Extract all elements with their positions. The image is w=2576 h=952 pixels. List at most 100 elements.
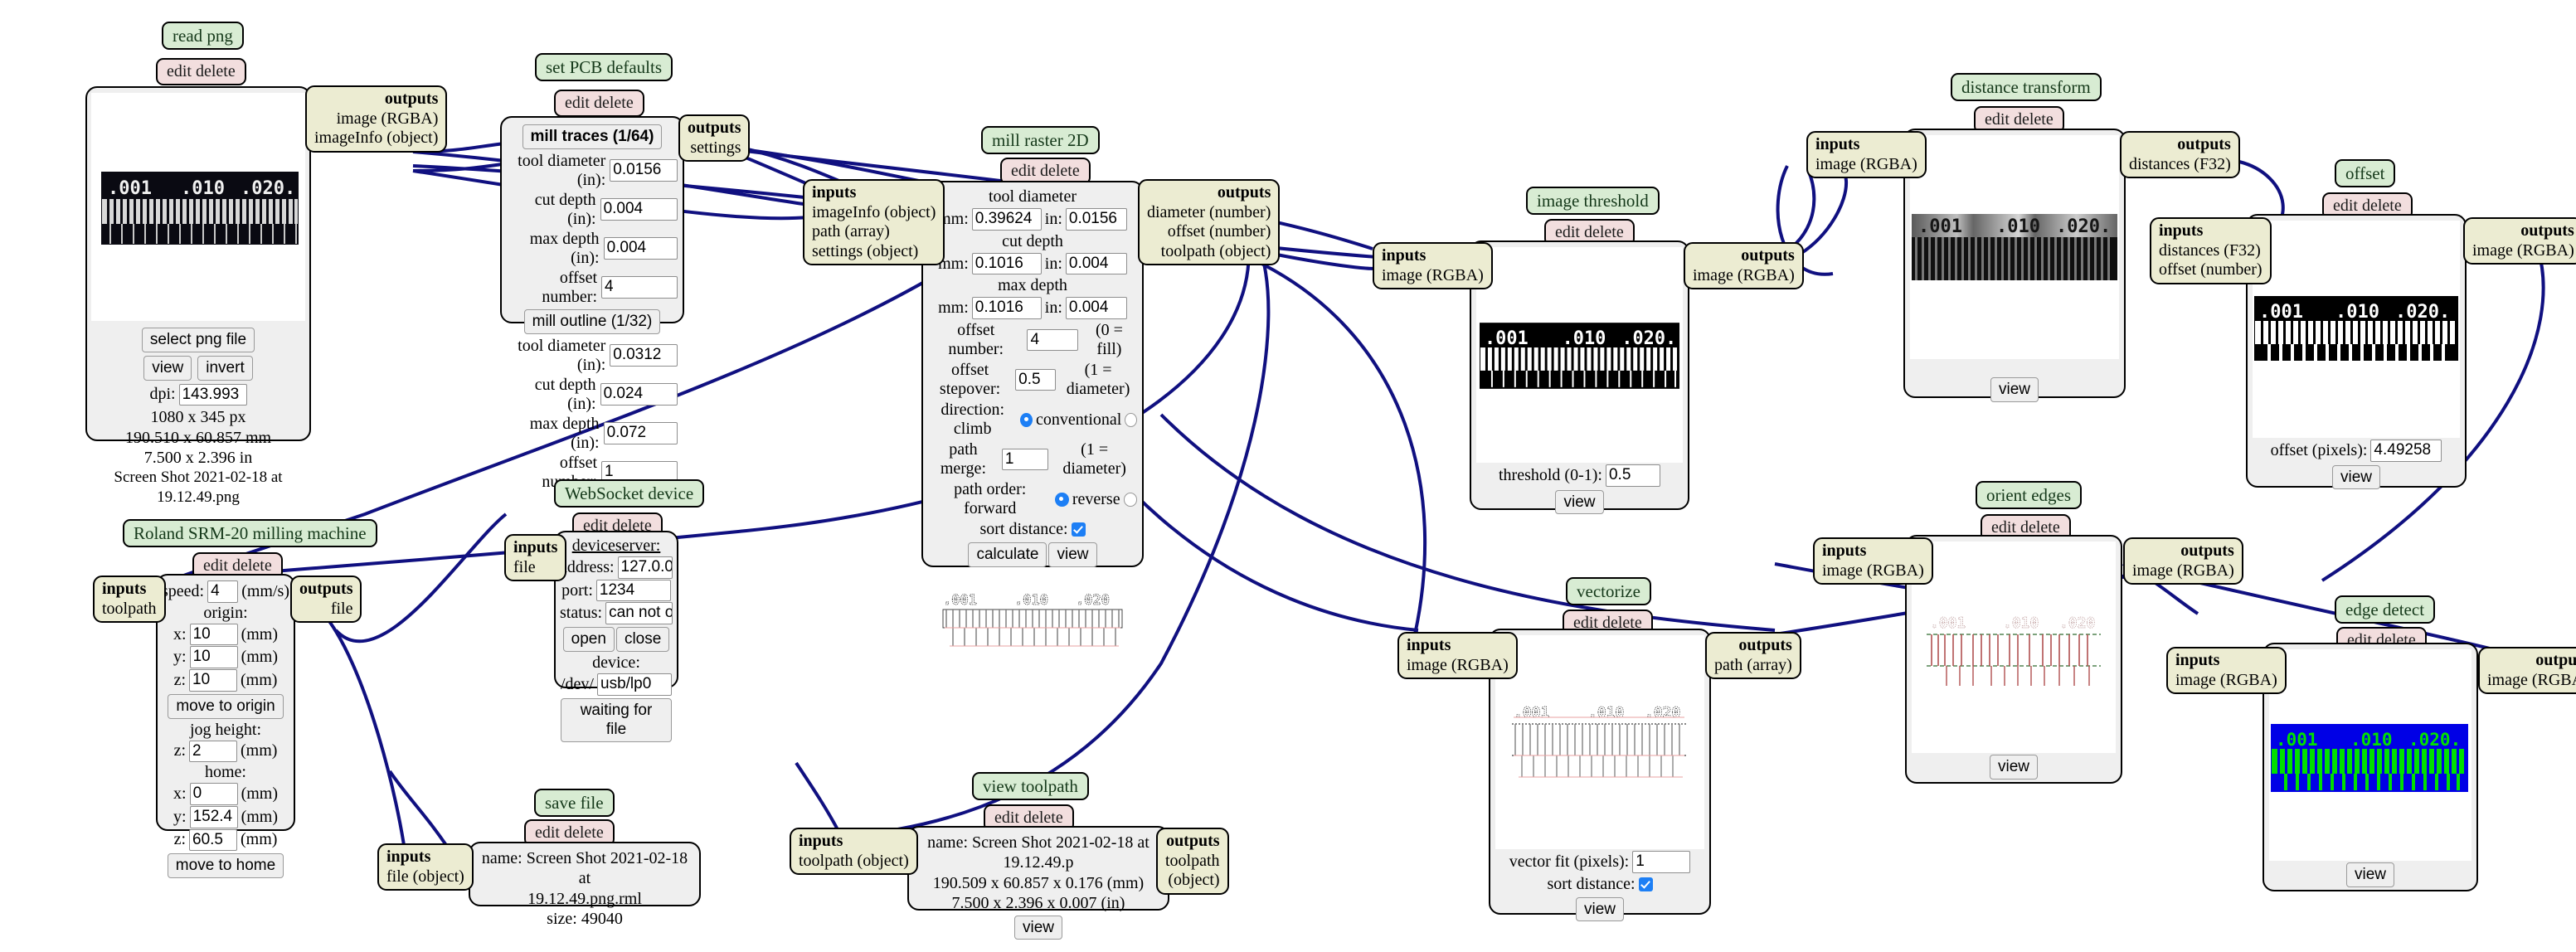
output-port-image[interactable]: image (RGBA) — [2487, 671, 2576, 691]
output-port-image[interactable]: image (RGBA) — [2132, 561, 2234, 581]
traces-tool-diameter-input[interactable]: 0.0156 — [610, 159, 678, 182]
select-png-file-button[interactable]: select png file — [141, 328, 255, 352]
output-port-image[interactable]: image (RGBA) — [2472, 241, 2574, 261]
inputs-save-file[interactable]: inputs file (object) — [377, 843, 474, 891]
inputs-distance-transform[interactable]: inputs image (RGBA) — [1806, 131, 1927, 179]
direction-conventional-radio[interactable] — [1125, 412, 1137, 427]
input-port-image[interactable]: image (RGBA) — [1822, 561, 1924, 581]
view-button[interactable]: view — [1555, 489, 1604, 515]
threshold-input[interactable]: 0.5 — [1605, 464, 1660, 487]
tool-diameter-in-input[interactable]: 0.0156 — [1065, 208, 1127, 231]
move-to-origin-button[interactable]: move to origin — [168, 693, 284, 719]
edit-delete-read-png[interactable]: edit delete — [156, 58, 246, 85]
home-x-input[interactable]: 0 — [189, 783, 238, 805]
outputs-distance-transform[interactable]: outputs distances (F32) — [2120, 131, 2240, 179]
view-button[interactable]: view — [1989, 755, 2038, 780]
calculate-button[interactable]: calculate — [968, 542, 1047, 567]
output-port-path[interactable]: path (array) — [1714, 656, 1792, 676]
origin-z-input[interactable]: 10 — [189, 669, 237, 692]
output-port-settings[interactable]: settings — [688, 138, 741, 158]
jog-z-input[interactable]: 2 — [189, 740, 237, 763]
input-port-imageinfo[interactable]: imageInfo (object) — [812, 203, 936, 223]
tool-diameter-mm-input[interactable]: 0.39624 — [971, 208, 1042, 231]
outputs-roland[interactable]: outputs file — [290, 576, 362, 624]
view-button[interactable]: view — [1990, 377, 2039, 402]
origin-y-input[interactable]: 10 — [189, 646, 238, 669]
output-port-image[interactable]: image (RGBA) — [314, 109, 439, 129]
move-to-home-button[interactable]: move to home — [167, 853, 284, 878]
max-depth-mm-input[interactable]: 0.1016 — [971, 297, 1042, 320]
input-port-settings[interactable]: settings (object) — [812, 242, 936, 262]
close-button[interactable]: close — [615, 627, 670, 652]
inputs-vectorize[interactable]: inputs image (RGBA) — [1397, 632, 1518, 680]
input-port-image[interactable]: image (RGBA) — [1407, 656, 1509, 676]
inputs-view-toolpath[interactable]: inputs toolpath (object) — [790, 828, 918, 876]
output-port-distances[interactable]: distances (F32) — [2129, 155, 2231, 175]
cut-depth-mm-input[interactable]: 0.1016 — [971, 252, 1042, 275]
status-input[interactable]: can not open — [605, 602, 673, 625]
input-port-image[interactable]: image (RGBA) — [1382, 266, 1484, 286]
output-port-toolpath[interactable]: toolpath — [1165, 852, 1220, 872]
outputs-image-threshold[interactable]: outputs image (RGBA) — [1684, 242, 1804, 290]
outline-max-depth-input[interactable]: 0.072 — [603, 422, 678, 444]
outputs-view-toolpath[interactable]: outputs toolpath (object) — [1156, 828, 1229, 895]
inputs-websocket[interactable]: inputs file — [504, 534, 567, 582]
vector-fit-input[interactable]: 1 — [1632, 851, 1691, 873]
inputs-offset[interactable]: inputs distances (F32) offset (number) — [2150, 217, 2272, 284]
max-depth-in-input[interactable]: 0.004 — [1065, 297, 1127, 320]
address-input[interactable]: 127.0.0.1 — [617, 556, 673, 579]
output-port-diameter[interactable]: diameter (number) — [1147, 203, 1271, 223]
cut-depth-in-input[interactable]: 0.004 — [1065, 252, 1127, 275]
inputs-image-threshold[interactable]: inputs image (RGBA) — [1373, 242, 1493, 290]
outputs-set-pcb[interactable]: outputs settings — [678, 114, 751, 163]
input-port-image[interactable]: image (RGBA) — [2175, 671, 2277, 691]
traces-cut-depth-input[interactable]: 0.004 — [600, 198, 678, 221]
origin-x-input[interactable]: 10 — [189, 623, 238, 646]
dpi-input[interactable]: 143.993 — [178, 383, 247, 406]
input-port-image[interactable]: image (RGBA) — [1815, 155, 1917, 175]
output-port-imageinfo[interactable]: imageInfo (object) — [314, 129, 438, 148]
speed-input[interactable]: 4 — [207, 580, 239, 603]
view-button[interactable]: view — [143, 355, 192, 381]
outputs-edge-detect[interactable]: outputs image (RGBA) — [2478, 647, 2576, 695]
output-port-offset[interactable]: offset (number) — [1147, 222, 1271, 242]
outputs-offset[interactable]: outputs image (RGBA) — [2463, 217, 2576, 265]
input-port-offset[interactable]: offset (number) — [2159, 260, 2263, 280]
path-merge-input[interactable]: 1 — [1001, 448, 1049, 471]
view-button[interactable]: view — [1575, 896, 1624, 922]
offset-pixels-input[interactable]: 4.49258 — [2370, 440, 2442, 462]
traces-max-depth-input[interactable]: 0.004 — [603, 237, 678, 260]
home-y-input[interactable]: 152.4 — [189, 805, 238, 828]
output-port-toolpath[interactable]: toolpath (object) — [1147, 242, 1271, 262]
mill-outline-button[interactable]: mill outline (1/32) — [523, 308, 661, 334]
home-z-input[interactable]: 60.5 — [189, 828, 237, 852]
offset-stepover-input[interactable]: 0.5 — [1015, 368, 1057, 391]
path-order-forward-radio[interactable] — [1055, 492, 1069, 507]
inputs-mill-raster[interactable]: inputs imageInfo (object) path (array) s… — [803, 179, 945, 266]
input-port-toolpath[interactable]: toolpath — [102, 600, 157, 619]
sort-distance-checkbox[interactable] — [1071, 522, 1086, 537]
input-port-file[interactable]: file (object) — [386, 867, 464, 887]
direction-climb-radio[interactable] — [1020, 412, 1033, 427]
output-port-toolpath-type[interactable]: (object) — [1165, 871, 1219, 891]
outputs-mill-raster[interactable]: outputs diameter (number) offset (number… — [1138, 179, 1281, 266]
outputs-vectorize[interactable]: outputs path (array) — [1705, 632, 1801, 680]
inputs-edge-detect[interactable]: inputs image (RGBA) — [2166, 647, 2287, 695]
sort-distance-checkbox[interactable] — [1638, 877, 1653, 891]
input-port-path[interactable]: path (array) — [812, 222, 936, 242]
input-port-distances[interactable]: distances (F32) — [2159, 241, 2263, 261]
view-button[interactable]: view — [2331, 464, 2380, 490]
view-button[interactable]: view — [1048, 542, 1097, 567]
port-input[interactable]: 1234 — [595, 579, 671, 602]
outline-cut-depth-input[interactable]: 0.024 — [600, 383, 678, 406]
output-port-image[interactable]: image (RGBA) — [1693, 266, 1795, 286]
device-input[interactable]: usb/lp0 — [597, 673, 672, 696]
mill-traces-button[interactable]: mill traces (1/64) — [522, 124, 663, 149]
outputs-read-png[interactable]: outputs image (RGBA) imageInfo (object) — [305, 85, 448, 153]
edit-delete-set-pcb[interactable]: edit delete — [554, 90, 644, 117]
outputs-orient-edges[interactable]: outputs image (RGBA) — [2123, 537, 2243, 585]
output-port-file[interactable]: file — [299, 600, 353, 619]
invert-button[interactable]: invert — [197, 355, 253, 381]
open-button[interactable]: open — [562, 627, 615, 652]
path-order-reverse-radio[interactable] — [1123, 492, 1138, 507]
